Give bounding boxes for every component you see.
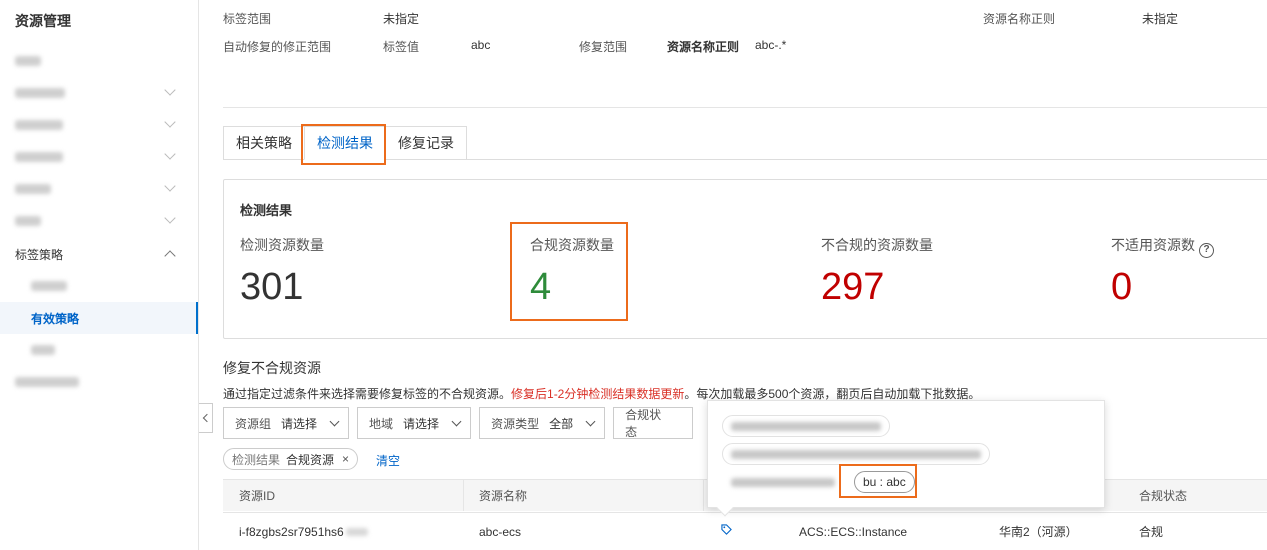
cell-resource-type: ACS::ECS::Instance [799, 524, 908, 539]
desc-text: 通过指定过滤条件来选择需要修复标签的不合规资源。 [223, 387, 512, 401]
resource-name-regex-label: 资源名称正则 [983, 12, 1056, 26]
stat-label-noncompliant: 不合规的资源数量 [821, 237, 933, 253]
filter-resource-group[interactable]: 资源组 请选择 [223, 407, 350, 439]
tag-value-label: 标签值 [383, 40, 420, 54]
filter-region[interactable]: 地域 请选择 [357, 407, 472, 439]
main-content: 标签范围 未指定 资源名称正则 未指定 自动修复的修正范围 标签值 abc 修复… [199, 0, 1267, 550]
chevron-down-icon [164, 212, 176, 224]
chip-key: 检测结果 [232, 452, 281, 467]
cell-region: 华南2（河源） [999, 525, 1078, 539]
fix-regex-label: 资源名称正则 [667, 40, 740, 54]
filter-key: 合规状态 [625, 408, 662, 439]
stat-label-text: 不适用资源数 [1111, 237, 1195, 253]
resource-name-regex-value: 未指定 [1142, 12, 1179, 26]
column-separator [463, 480, 464, 511]
desc-warning: 修复后1-2分钟检测结果数据更新 [511, 387, 685, 401]
chevron-up-icon [164, 250, 176, 262]
app-title: 资源管理 [15, 13, 71, 29]
cell-compliance-status: 合规 [1139, 525, 1164, 539]
sidebar-item-label: 有效策略 [31, 311, 80, 326]
sidebar: 资源管理 标签策略 有效策略 [0, 0, 199, 550]
chevron-down-icon [329, 416, 340, 426]
filter-value: 请选择 [403, 416, 440, 431]
column-header-compliance-status[interactable]: 合规状态 [1139, 480, 1187, 511]
chevron-down-icon [164, 148, 176, 160]
chevron-down-icon [585, 416, 596, 426]
chevron-down-icon [164, 116, 176, 128]
highlight-box [301, 124, 386, 165]
sidebar-subitem-1[interactable] [0, 270, 198, 302]
tab-fix-records[interactable]: 修复记录 [385, 126, 467, 160]
tag-value: abc [471, 38, 491, 52]
stat-value-total: 301 [240, 266, 304, 308]
fix-scope-label: 修复范围 [579, 40, 628, 54]
table-row[interactable]: i-f8zgbs2sr7951hs6 abc-ecs ACS::ECS::Ins… [223, 512, 1267, 550]
stat-value-noncompliant: 297 [821, 266, 885, 308]
filter-bar: 资源组 请选择 地域 请选择 资源类型 全部 合规状态 [223, 407, 694, 439]
desc-text: 。每次加载最多500个资源，翻页后自动加载下批数据。 [684, 387, 981, 401]
highlight-box [510, 222, 628, 321]
popover-tag [722, 471, 844, 493]
cell-resource-name: abc-ecs [479, 524, 522, 539]
sidebar-item-group-4[interactable] [0, 173, 198, 205]
sidebar-item-group-3[interactable] [0, 141, 198, 173]
column-separator [703, 480, 704, 511]
sidebar-item-group-6[interactable] [0, 366, 198, 398]
sidebar-item-tag-policy[interactable]: 标签策略 [0, 238, 198, 270]
clear-filters-link[interactable]: 清空 [376, 452, 400, 469]
sidebar-item-group-2[interactable] [0, 109, 198, 141]
column-header-resource-name[interactable]: 资源名称 [479, 480, 527, 511]
sidebar-item-overview[interactable] [0, 45, 198, 77]
results-card: 检测结果 检测资源数量 301 合规资源数量 4 不合规的资源数量 297 不适… [223, 179, 1267, 339]
highlight-box [839, 464, 917, 498]
stat-label-total: 检测资源数量 [240, 237, 324, 253]
help-icon[interactable]: ? [1199, 243, 1214, 258]
filter-key: 地域 [369, 416, 394, 431]
chevron-down-icon [164, 84, 176, 96]
filter-compliance-status[interactable]: 合规状态 [613, 407, 694, 439]
sidebar-subitem-3[interactable] [0, 334, 198, 366]
chevron-left-icon [202, 413, 212, 423]
sidebar-item-label: 标签策略 [15, 247, 64, 262]
chevron-down-icon [164, 180, 176, 192]
filter-value: 全部 [549, 416, 574, 431]
cell-resource-id: i-f8zgbs2sr7951hs6 [239, 513, 368, 550]
chevron-down-icon [451, 416, 462, 426]
popover-tag [722, 415, 890, 437]
filter-value: 请选择 [281, 416, 318, 431]
sidebar-item-group-1[interactable] [0, 77, 198, 109]
popover-tag [722, 443, 990, 465]
fix-section-title: 修复不合规资源 [223, 360, 321, 376]
resource-id-text: i-f8zgbs2sr7951hs6 [239, 524, 344, 539]
results-title: 检测结果 [240, 203, 293, 218]
divider [223, 107, 1267, 108]
sidebar-item-group-5[interactable] [0, 205, 198, 237]
active-filter-chip: 检测结果 合规资源 × [223, 448, 359, 470]
tag-icon[interactable] [721, 524, 732, 535]
collapse-sidebar-button[interactable] [199, 403, 213, 433]
sidebar-item-effective-policy[interactable]: 有效策略 [0, 302, 198, 334]
filter-resource-type[interactable]: 资源类型 全部 [479, 407, 606, 439]
fix-regex-value: abc-.* [755, 38, 787, 52]
tag-scope-label: 标签范围 [223, 12, 272, 26]
filter-key: 资源类型 [491, 416, 540, 431]
chip-value: 合规资源 [286, 452, 335, 467]
column-header-resource-id[interactable]: 资源ID [239, 480, 275, 511]
tab-related-policies[interactable]: 相关策略 [223, 126, 304, 160]
auto-fix-label: 自动修复的修正范围 [223, 40, 332, 54]
tab-underline [467, 159, 1267, 160]
tag-scope-value: 未指定 [383, 12, 420, 26]
stat-value-not-applicable: 0 [1111, 266, 1133, 308]
close-icon[interactable]: × [342, 452, 349, 466]
stat-label-not-applicable: 不适用资源数? [1111, 235, 1214, 258]
filter-key: 资源组 [235, 416, 272, 431]
